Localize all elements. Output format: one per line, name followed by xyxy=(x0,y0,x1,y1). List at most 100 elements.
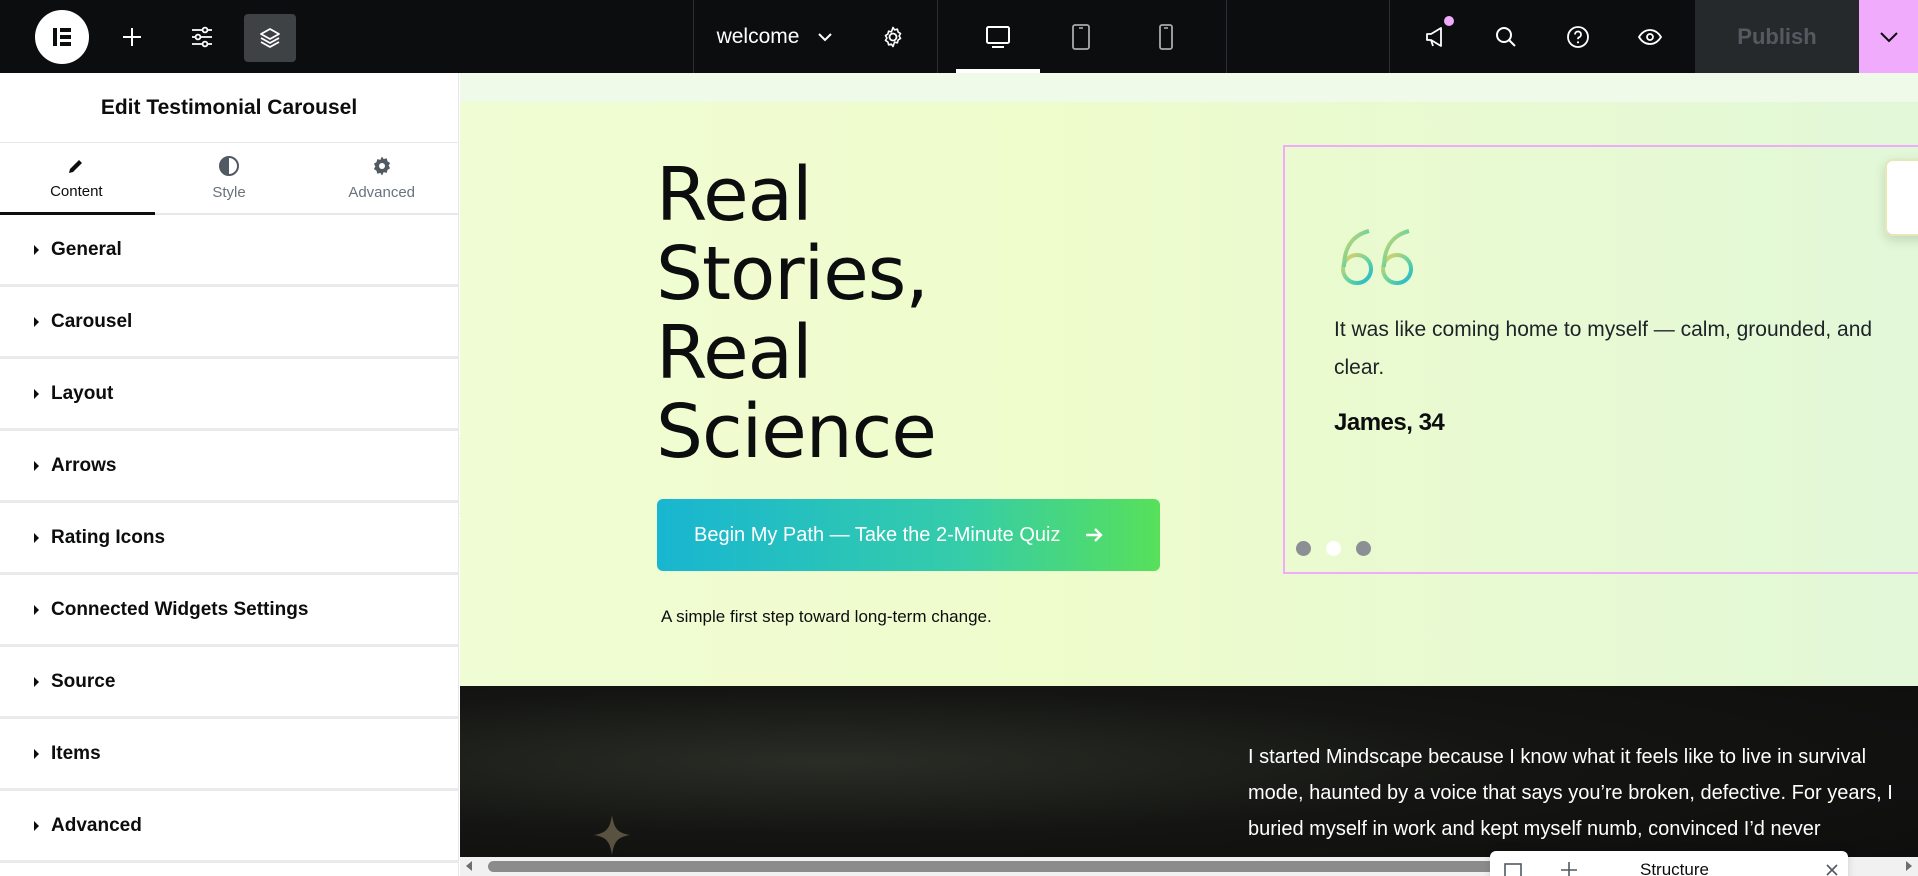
divider xyxy=(1226,0,1227,73)
pencil-icon xyxy=(69,160,83,173)
close-icon[interactable] xyxy=(1825,863,1839,876)
section-label: Source xyxy=(51,670,116,692)
search-button[interactable] xyxy=(1484,0,1528,73)
hero-section[interactable]: Real Stories, Real Science Begin My Path… xyxy=(460,102,1918,686)
section-label: Carousel xyxy=(51,310,133,332)
testimonial-carousel[interactable]: It was like coming home to myself — calm… xyxy=(1283,145,1918,574)
arrow-right-icon xyxy=(1086,528,1104,542)
help-icon xyxy=(1567,25,1589,48)
sliders-icon xyxy=(192,26,212,47)
section-label: Connected Widgets Settings xyxy=(51,598,309,620)
story-section[interactable]: I started Mindscape because I know what … xyxy=(460,686,1918,876)
tab-style[interactable]: Style xyxy=(153,143,306,213)
cta-button[interactable]: Begin My Path — Take the 2-Minute Quiz xyxy=(657,499,1160,571)
carousel-dot-active[interactable] xyxy=(1326,541,1341,556)
structure-button[interactable] xyxy=(244,14,296,62)
section-label: Layout xyxy=(51,382,114,404)
desktop-view-button[interactable] xyxy=(976,0,1020,73)
elementor-logo-button[interactable] xyxy=(35,10,89,64)
scroll-left-icon[interactable] xyxy=(466,861,472,871)
caret-right-icon xyxy=(34,604,39,615)
carousel-dot[interactable] xyxy=(1356,541,1371,556)
megaphone-icon xyxy=(1426,26,1442,47)
section-advanced[interactable]: Advanced xyxy=(0,791,458,863)
publish-options-button[interactable] xyxy=(1859,0,1918,73)
top-bar: welcome Publish xyxy=(0,0,1918,73)
section-items[interactable]: Items xyxy=(0,719,458,791)
move-icon xyxy=(1561,862,1577,876)
section-rating-icons[interactable]: Rating Icons xyxy=(0,503,458,575)
divider xyxy=(1389,0,1390,73)
preview-button[interactable] xyxy=(1628,0,1672,73)
section-label: Rating Icons xyxy=(51,526,166,548)
sparkle-icon xyxy=(594,815,630,855)
search-icon xyxy=(1496,26,1516,47)
headline-line: Real xyxy=(656,152,813,238)
headline-line: Science xyxy=(656,389,937,475)
tablet-icon xyxy=(1072,23,1090,50)
site-settings-button[interactable] xyxy=(180,0,224,73)
structure-label: Structure xyxy=(1640,860,1709,876)
add-element-button[interactable] xyxy=(110,0,154,73)
caret-right-icon xyxy=(34,244,39,255)
carousel-dot[interactable] xyxy=(1296,541,1311,556)
panel-tabs: Content Style Advanced xyxy=(0,143,458,215)
section-source[interactable]: Source xyxy=(0,647,458,719)
hero-headline: Real Stories, Real Science xyxy=(656,152,937,475)
publish-label: Publish xyxy=(1737,23,1817,49)
mobile-view-button[interactable] xyxy=(1144,0,1188,73)
elementor-icon xyxy=(53,28,71,46)
caret-right-icon xyxy=(34,676,39,687)
panel-title: Edit Testimonial Carousel xyxy=(0,73,458,143)
divider xyxy=(937,0,938,73)
section-layout[interactable]: Layout xyxy=(0,359,458,431)
section-arrows[interactable]: Arrows xyxy=(0,431,458,503)
tab-style-label: Style xyxy=(212,184,246,201)
scroll-right-icon[interactable] xyxy=(1906,861,1912,871)
section-label: General xyxy=(51,238,122,260)
notifications-button[interactable] xyxy=(1414,0,1458,73)
story-text: I started Mindscape because I know what … xyxy=(1248,746,1893,840)
caret-right-icon xyxy=(34,532,39,543)
section-general[interactable]: General xyxy=(0,215,458,287)
help-button[interactable] xyxy=(1556,0,1600,73)
tablet-view-button[interactable] xyxy=(1059,0,1103,73)
tab-advanced-label: Advanced xyxy=(348,184,416,201)
caret-right-icon xyxy=(34,460,39,471)
page-settings-button[interactable] xyxy=(871,0,915,73)
caret-right-icon xyxy=(34,748,39,759)
divider xyxy=(693,0,694,73)
headline-line: Stories, xyxy=(656,231,929,317)
carousel-dots xyxy=(1296,541,1371,556)
section-label: Advanced xyxy=(51,814,142,836)
publish-button[interactable]: Publish xyxy=(1695,0,1859,73)
half-circle-icon xyxy=(219,156,239,176)
next-card-peek xyxy=(1885,159,1918,236)
section-label: Items xyxy=(51,742,101,764)
tab-advanced[interactable]: Advanced xyxy=(305,143,458,213)
tab-content-label: Content xyxy=(50,183,103,200)
plus-icon xyxy=(123,27,141,46)
page-settings-dropdown[interactable]: welcome xyxy=(700,0,850,73)
caret-right-icon xyxy=(34,388,39,399)
eye-icon xyxy=(1637,28,1663,45)
cta-subtext: A simple first step toward long-term cha… xyxy=(661,607,992,626)
headline-line: Real xyxy=(656,310,813,396)
mobile-icon xyxy=(1159,23,1173,50)
testimonial-text: It was like coming home to myself — calm… xyxy=(1334,318,1873,379)
structure-panel[interactable]: Structure xyxy=(1490,851,1848,876)
gear-icon xyxy=(373,156,390,176)
cta-label: Begin My Path — Take the 2-Minute Quiz xyxy=(694,523,1061,546)
caret-right-icon xyxy=(34,820,39,831)
section-list: General Carousel Layout Arrows Rating Ic… xyxy=(0,215,458,863)
tab-content[interactable]: Content xyxy=(0,143,153,213)
chevron-down-icon xyxy=(818,32,833,41)
section-carousel[interactable]: Carousel xyxy=(0,287,458,359)
chevron-down-icon xyxy=(1879,31,1898,42)
editor-panel: Edit Testimonial Carousel Content Style … xyxy=(0,73,459,876)
desktop-icon xyxy=(986,25,1010,48)
section-connected-widgets[interactable]: Connected Widgets Settings xyxy=(0,575,458,647)
notification-dot xyxy=(1444,16,1454,26)
quote-icon xyxy=(1341,229,1413,285)
window-icon xyxy=(1504,863,1522,876)
